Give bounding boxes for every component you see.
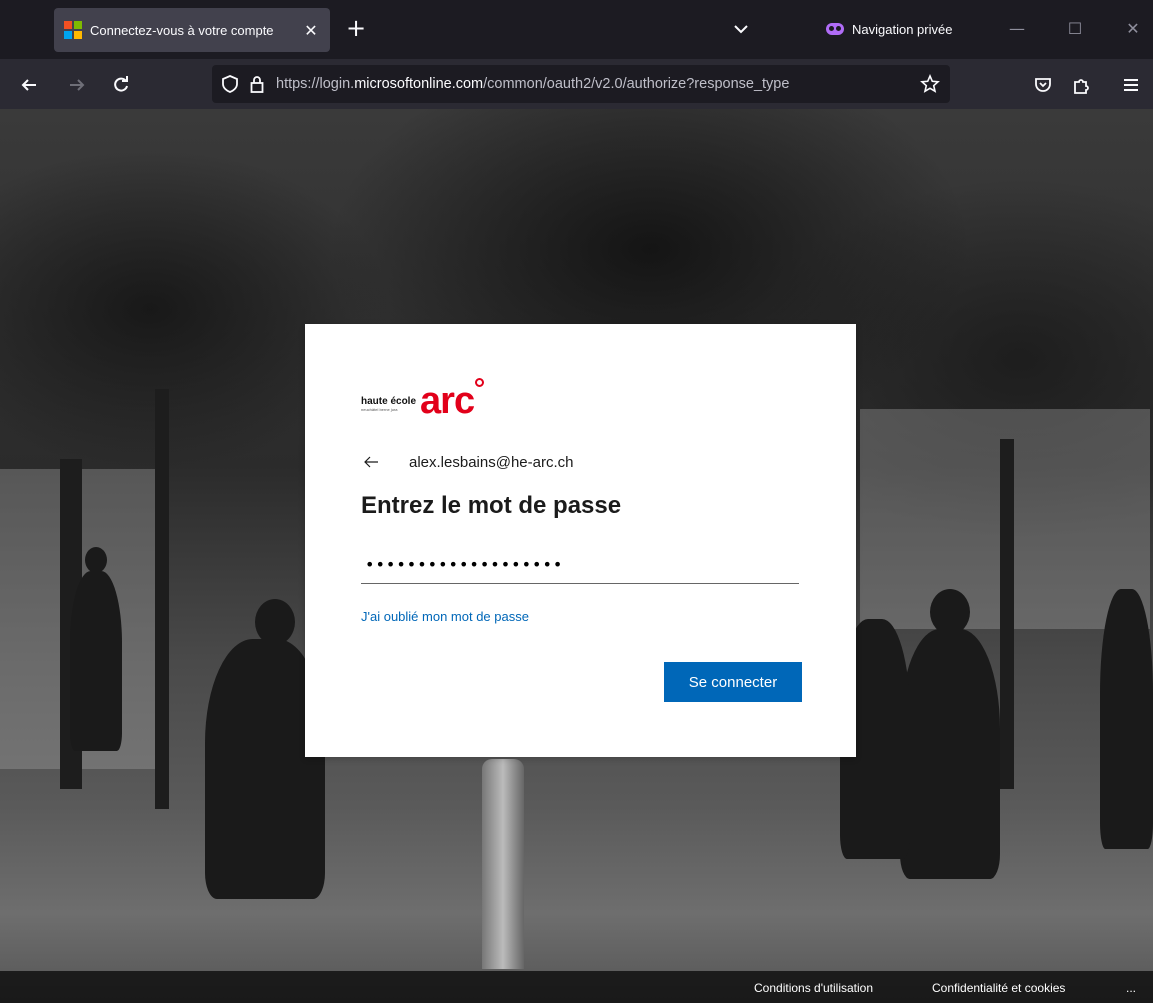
tab-close-icon[interactable]: ✕: [302, 21, 320, 40]
pedestrian: [70, 571, 122, 751]
pedestrian-head: [85, 547, 107, 573]
url-domain: microsoftonline.com: [354, 76, 484, 92]
pocket-icon: [1035, 78, 1051, 92]
tab-title: Connectez-vous à votre compte: [90, 22, 274, 38]
maximize-button[interactable]: ☐: [1060, 14, 1090, 44]
forward-button[interactable]: [64, 72, 90, 98]
pedestrian: [1100, 589, 1153, 849]
pocket-button[interactable]: [1030, 72, 1056, 98]
tree-trunk: [482, 759, 524, 969]
privacy-link[interactable]: Confidentialité et cookies: [932, 981, 1065, 995]
chevron-down-icon: [734, 25, 748, 34]
password-field[interactable]: [361, 546, 799, 584]
arrow-right-icon: [70, 79, 85, 91]
extensions-button[interactable]: [1068, 72, 1094, 98]
back-button[interactable]: [16, 72, 42, 98]
browser-nav-bar: https://login.microsoftonline.com/common…: [0, 59, 1153, 109]
url-bar[interactable]: https://login.microsoftonline.com/common…: [212, 65, 950, 103]
reload-button[interactable]: [108, 72, 134, 98]
forgot-password-link[interactable]: J'ai oublié mon mot de passe: [361, 609, 529, 624]
url-text[interactable]: https://login.microsoftonline.com/common…: [276, 76, 920, 92]
arrow-left-icon: [364, 456, 378, 468]
browser-tab[interactable]: Connectez-vous à votre compte ✕: [54, 8, 330, 52]
url-prefix: https://login.: [276, 76, 355, 92]
logo-degree-mark: [475, 378, 485, 387]
sign-in-button[interactable]: Se connecter: [664, 662, 802, 702]
private-mask-icon: [826, 23, 844, 35]
lock-icon[interactable]: [250, 75, 264, 93]
logo-line1: haute école: [361, 396, 417, 407]
microsoft-logo-icon: [64, 21, 82, 39]
star-icon[interactable]: [920, 74, 940, 94]
login-card: haute école neuchâtel berne jura arc ale…: [305, 324, 856, 757]
reload-icon: [114, 76, 128, 92]
url-path: /common/oauth2/v2.0/authorize?response_t…: [483, 76, 790, 92]
private-browsing-indicator: Navigation privée: [826, 17, 952, 41]
he-arc-logo: haute école neuchâtel berne jura arc: [361, 376, 485, 420]
more-options-link[interactable]: ...: [1126, 981, 1136, 995]
new-tab-button[interactable]: +: [342, 14, 370, 42]
list-all-tabs-button[interactable]: [730, 18, 752, 40]
private-browsing-label: Navigation privée: [852, 21, 953, 37]
pillar: [155, 389, 169, 809]
logo-line2: neuchâtel berne jura: [361, 407, 398, 412]
terms-link[interactable]: Conditions d'utilisation: [754, 981, 873, 995]
pillar: [1000, 439, 1014, 789]
account-email: alex.lesbains@he-arc.ch: [409, 453, 574, 471]
logo-brand: arc: [420, 378, 485, 420]
shield-icon[interactable]: [222, 75, 238, 93]
minimize-button[interactable]: —: [1002, 14, 1032, 44]
pedestrian: [900, 629, 1000, 879]
menu-button[interactable]: [1118, 72, 1144, 98]
puzzle-icon: [1074, 79, 1089, 94]
arrow-left-icon: [21, 79, 36, 91]
back-arrow-button[interactable]: [363, 450, 391, 474]
close-window-button[interactable]: ✕: [1118, 14, 1148, 44]
hamburger-menu-icon: [1124, 79, 1138, 91]
page-title: Entrez le mot de passe: [361, 492, 622, 519]
identity-banner: alex.lesbains@he-arc.ch: [363, 448, 573, 476]
browser-tab-bar: Connectez-vous à votre compte ✕ + Naviga…: [0, 0, 1153, 59]
page-footer: Conditions d'utilisation Confidentialité…: [0, 971, 1153, 1003]
